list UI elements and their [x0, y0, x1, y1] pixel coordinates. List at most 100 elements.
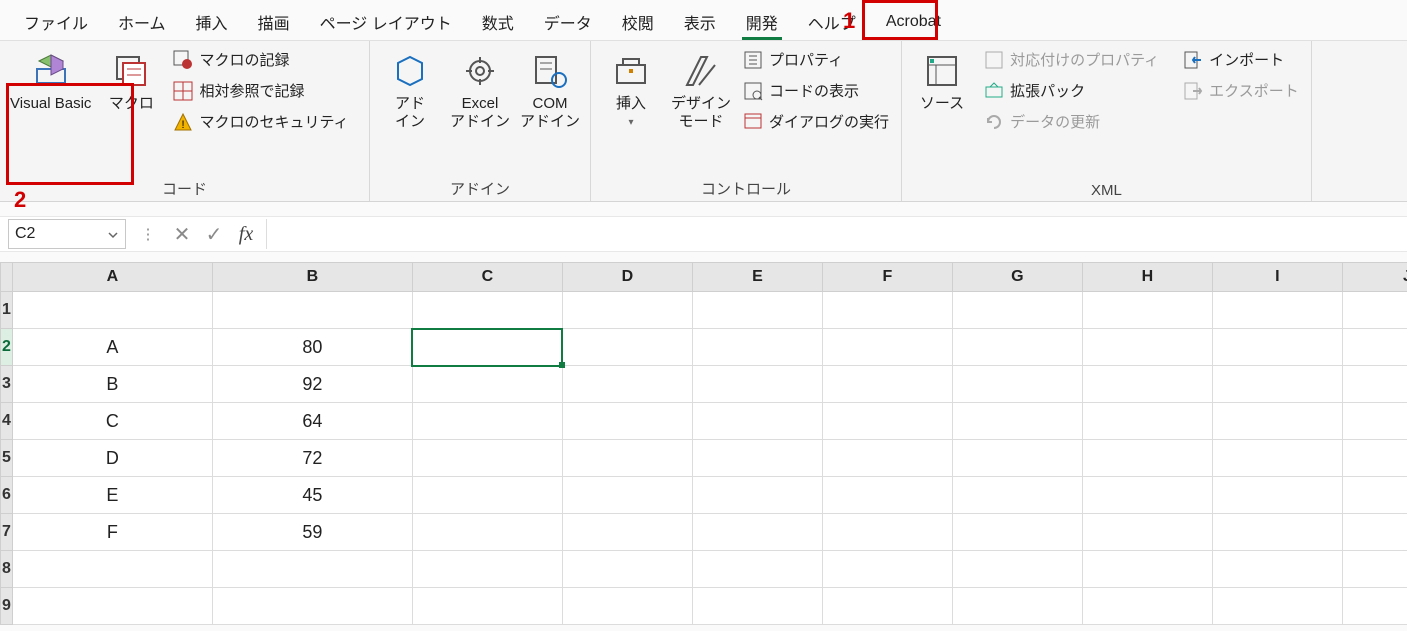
cell[interactable] — [12, 551, 212, 588]
xml-source-button[interactable]: ソース — [910, 47, 974, 117]
cell[interactable] — [822, 292, 952, 329]
formula-input[interactable] — [266, 219, 1399, 249]
cell[interactable]: A — [12, 329, 212, 366]
cell[interactable] — [212, 551, 412, 588]
cell[interactable]: F — [12, 514, 212, 551]
col-header-c[interactable]: C — [412, 263, 562, 292]
cell[interactable]: 評価 — [412, 292, 562, 329]
cell[interactable] — [1342, 588, 1407, 625]
cell[interactable] — [412, 403, 562, 440]
cell[interactable] — [412, 514, 562, 551]
cell[interactable] — [1212, 440, 1342, 477]
cell[interactable] — [692, 514, 822, 551]
design-mode-button[interactable]: デザイン モード — [669, 47, 733, 135]
cell[interactable] — [562, 514, 692, 551]
expansion-pack-button[interactable]: 拡張パック — [980, 78, 1163, 103]
cell[interactable] — [1212, 514, 1342, 551]
cell[interactable]: E — [12, 477, 212, 514]
select-all-corner[interactable] — [1, 263, 13, 292]
cell[interactable] — [692, 292, 822, 329]
chevron-down-icon[interactable] — [107, 228, 119, 240]
tab-insert[interactable]: 挿入 — [182, 4, 242, 40]
cell[interactable] — [412, 551, 562, 588]
cell[interactable] — [692, 551, 822, 588]
row-header-1[interactable]: 1 — [1, 292, 13, 329]
tab-draw[interactable]: 描画 — [244, 4, 304, 40]
cell[interactable] — [412, 588, 562, 625]
cell[interactable]: 45 — [212, 477, 412, 514]
cell[interactable] — [1342, 366, 1407, 403]
cell[interactable] — [1082, 551, 1212, 588]
cell[interactable] — [1082, 588, 1212, 625]
properties-button[interactable]: プロパティ — [739, 47, 893, 72]
col-header-f[interactable]: F — [822, 263, 952, 292]
cell[interactable] — [412, 477, 562, 514]
cell[interactable] — [1342, 292, 1407, 329]
row-header-3[interactable]: 3 — [1, 366, 13, 403]
cell[interactable] — [952, 514, 1082, 551]
cell[interactable] — [952, 588, 1082, 625]
cell[interactable] — [822, 440, 952, 477]
tab-help[interactable]: ヘルプ — [794, 4, 870, 40]
cell[interactable] — [412, 440, 562, 477]
cell[interactable] — [1212, 588, 1342, 625]
cell[interactable]: 72 — [212, 440, 412, 477]
macros-button[interactable]: マクロ — [99, 47, 163, 117]
cell[interactable] — [692, 440, 822, 477]
cell[interactable]: C — [12, 403, 212, 440]
tab-layout[interactable]: ページ レイアウト — [306, 4, 466, 40]
cell[interactable] — [952, 329, 1082, 366]
visual-basic-button[interactable]: Visual Basic — [8, 47, 93, 117]
cell[interactable] — [822, 366, 952, 403]
cell[interactable] — [212, 588, 412, 625]
col-header-j[interactable]: J — [1342, 263, 1407, 292]
cell[interactable]: 80 — [212, 329, 412, 366]
cell[interactable]: 59 — [212, 514, 412, 551]
row-header-9[interactable]: 9 — [1, 588, 13, 625]
cell[interactable] — [952, 403, 1082, 440]
cell[interactable] — [1342, 477, 1407, 514]
row-header-5[interactable]: 5 — [1, 440, 13, 477]
col-header-a[interactable]: A — [12, 263, 212, 292]
tab-file[interactable]: ファイル — [10, 4, 102, 40]
cell[interactable] — [412, 366, 562, 403]
cell[interactable] — [562, 477, 692, 514]
cell[interactable] — [692, 366, 822, 403]
cell[interactable] — [1212, 403, 1342, 440]
cell[interactable] — [562, 329, 692, 366]
col-header-h[interactable]: H — [1082, 263, 1212, 292]
record-macro-button[interactable]: マクロの記録 — [169, 47, 352, 72]
macro-security-button[interactable]: ! マクロのセキュリティ — [169, 109, 352, 134]
cell[interactable] — [1342, 329, 1407, 366]
cell[interactable] — [562, 403, 692, 440]
run-dialog-button[interactable]: ダイアログの実行 — [739, 109, 893, 134]
cell[interactable] — [822, 551, 952, 588]
insert-control-button[interactable]: 挿入 ▾ — [599, 47, 663, 133]
cell[interactable] — [952, 440, 1082, 477]
map-properties-button[interactable]: 対応付けのプロパティ — [980, 47, 1163, 72]
col-header-e[interactable]: E — [692, 263, 822, 292]
cellco=[interactable] — [1212, 477, 1342, 514]
cell[interactable] — [822, 403, 952, 440]
cell[interactable] — [1212, 366, 1342, 403]
view-code-button[interactable]: コードの表示 — [739, 78, 893, 103]
col-header-g[interactable]: G — [952, 263, 1082, 292]
tab-formula[interactable]: 数式 — [468, 4, 528, 40]
cell[interactable] — [1082, 440, 1212, 477]
row-header-7[interactable]: 7 — [1, 514, 13, 551]
cell[interactable]: 92 — [212, 366, 412, 403]
cell[interactable] — [822, 477, 952, 514]
cell[interactable] — [1212, 292, 1342, 329]
insert-function-button[interactable]: fx — [234, 223, 258, 246]
cell[interactable] — [562, 551, 692, 588]
col-header-b[interactable]: B — [212, 263, 412, 292]
tab-data[interactable]: データ — [530, 4, 606, 40]
cell[interactable] — [1082, 329, 1212, 366]
cell[interactable]: 点数 — [212, 292, 412, 329]
formula-enter-button[interactable]: ✓ — [202, 222, 226, 247]
xml-export-button[interactable]: エクスポート — [1179, 78, 1303, 103]
cell[interactable] — [692, 403, 822, 440]
formula-cancel-button[interactable]: ✕ — [170, 222, 194, 247]
cell[interactable] — [822, 588, 952, 625]
cell[interactable] — [1212, 329, 1342, 366]
